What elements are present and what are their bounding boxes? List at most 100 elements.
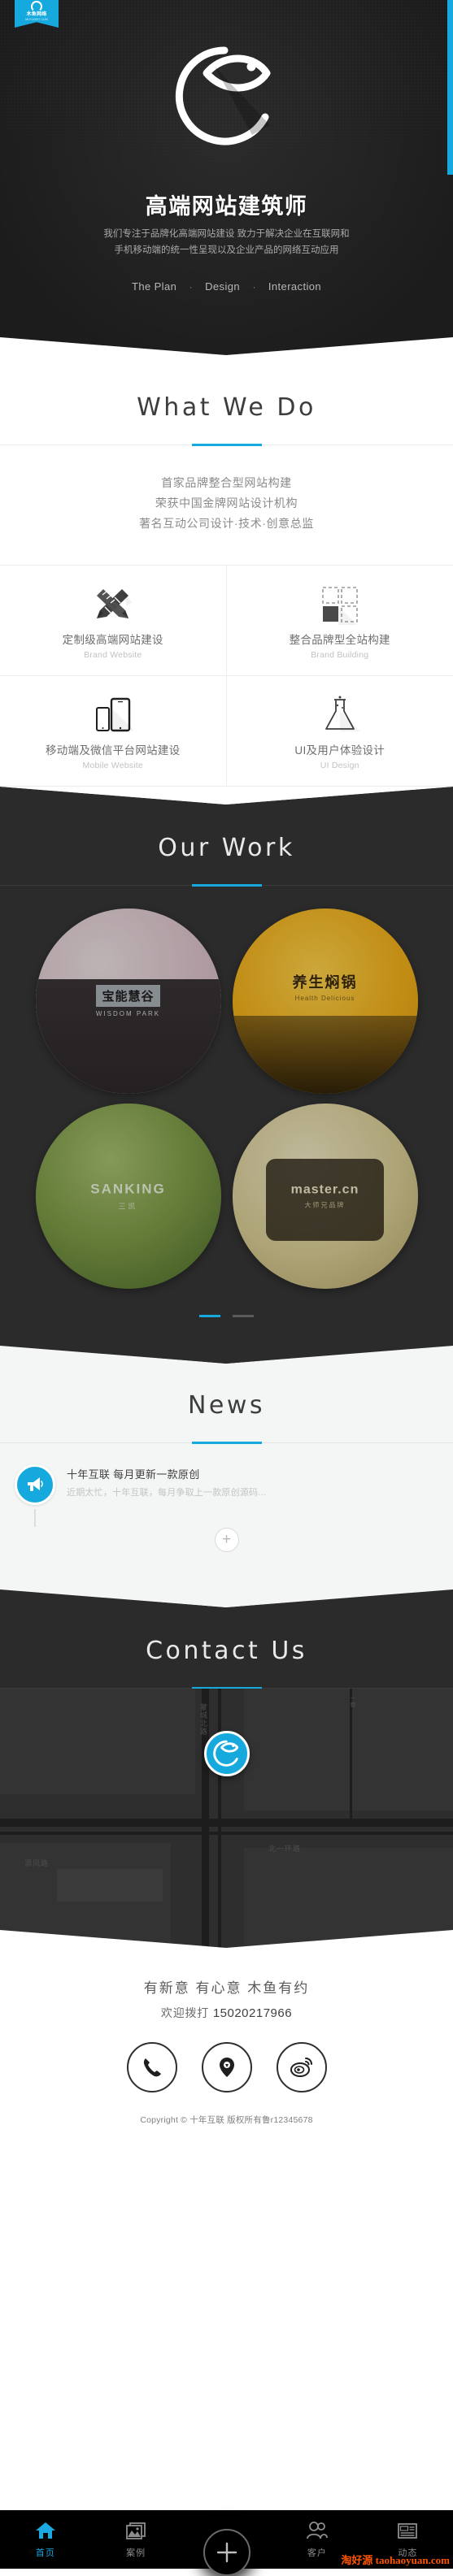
- what-we-do-line-1: 首家品牌整合型网站构建: [0, 473, 453, 493]
- footer-slogan: 有新意 有心意 木鱼有约: [0, 1976, 453, 1997]
- contact-bottom-wedge: [0, 1928, 453, 1949]
- what-we-do-header: What We Do: [0, 358, 453, 445]
- service-title: 定制级高端网站建设: [0, 631, 226, 647]
- work-grid: 宝能慧谷 WISDOM PARK 养生焖锅 Health Delicious S…: [0, 886, 453, 1289]
- services-grid: 定制级高端网站建设 Brand Website 整合品牌型全站构建 Brand …: [0, 565, 453, 787]
- service-subtitle: UI Design: [227, 761, 453, 770]
- our-work-heading: Our Work: [0, 834, 453, 862]
- location-pin-icon[interactable]: [202, 2042, 252, 2092]
- map-label: 源凤路: [24, 1858, 49, 1868]
- our-work-section: Our Work 宝能慧谷 WISDOM PARK 养生焖锅 Health De…: [0, 787, 453, 1346]
- hero-bottom-wedge: [0, 337, 453, 358]
- footer-phone[interactable]: 15020217966: [213, 2006, 292, 2020]
- work-item[interactable]: 养生焖锅 Health Delicious: [233, 909, 418, 1094]
- ribbon-brand-domain: MUYU0007.COM: [15, 18, 59, 22]
- contact-top-wedge: [0, 1589, 453, 1609]
- service-card-ui-design[interactable]: UI及用户体验设计 UI Design: [227, 676, 453, 787]
- hero-subtitle-line2: 手机移动端的统一性呈现以及企业产品的网络互动应用: [42, 242, 411, 258]
- ribbon-logo-icon: [31, 1, 42, 12]
- hero-nav: The Plan · Design · Interaction: [0, 280, 453, 294]
- plus-icon[interactable]: [203, 2529, 250, 2576]
- accent-underline: [192, 444, 262, 446]
- hero-nav-separator-2: ·: [243, 281, 264, 293]
- news-list-item[interactable]: 十年互联 每月更新一款原创 近期太忙，十年互联，每月争取上一款原创源码...: [0, 1443, 453, 1505]
- service-card-brand-building[interactable]: 整合品牌型全站构建 Brand Building: [227, 566, 453, 676]
- service-card-brand-website[interactable]: 定制级高端网站建设 Brand Website: [0, 566, 227, 676]
- news-more-button[interactable]: +: [215, 1528, 239, 1552]
- what-we-do-lines: 首家品牌整合型网站构建 荣获中国金牌网站设计机构 著名互动公司设计·技术·创意总…: [0, 445, 453, 565]
- tab-cases[interactable]: 案例: [90, 2521, 181, 2559]
- ribbon-brand-name: 木鱼网络: [15, 12, 59, 18]
- tab-home-label: 首页: [0, 2546, 90, 2559]
- phone-icon[interactable]: [127, 2042, 177, 2092]
- contact-heading: Contact Us: [0, 1637, 453, 1665]
- pagination-dot-2[interactable]: [233, 1315, 254, 1317]
- work-overlay: [233, 909, 418, 1094]
- work-item[interactable]: master.cn 大师兄品牌: [233, 1104, 418, 1289]
- map-label: 北一环路: [268, 1843, 301, 1854]
- news-item-title: 十年互联 每月更新一款原创: [67, 1466, 266, 1481]
- work-item[interactable]: SANKING 三凯: [36, 1104, 221, 1289]
- work-overlay: [36, 909, 221, 1094]
- accent-underline: [192, 884, 262, 887]
- mobile-page: 木鱼网络 MUYU0007.COM 高端网站建筑师 我们专注于品牌化高端网站建设…: [0, 0, 453, 2569]
- gallery-icon: [125, 2521, 146, 2540]
- fish-eye-logo-icon: [174, 44, 280, 150]
- news-header: News: [0, 1346, 453, 1443]
- what-we-do-heading: What We Do: [0, 393, 453, 422]
- news-paper-icon: [396, 2521, 419, 2540]
- our-work-rule: [0, 885, 453, 886]
- news-text: 十年互联 每月更新一款原创 近期太忙，十年互联，每月争取上一款原创源码...: [55, 1464, 266, 1498]
- copyright-text: Copyright © 十年互联 版权所有鲁r12345678: [0, 2114, 453, 2149]
- fish-eye-logo-icon: [213, 1740, 241, 1767]
- service-title: 移动端及微信平台网站建设: [0, 741, 226, 757]
- service-subtitle: Brand Website: [0, 650, 226, 660]
- work-item[interactable]: 宝能慧谷 WISDOM PARK: [36, 909, 221, 1094]
- footer-call: 欢迎拨打 15020217966: [0, 2005, 453, 2021]
- contact-map[interactable]: 蒙城北路 源凤路 北一环路 一巷: [0, 1689, 453, 1949]
- flask-icon: [227, 692, 453, 738]
- hero-nav-item-design[interactable]: Design: [205, 280, 240, 293]
- work-overlay: [36, 1104, 221, 1289]
- what-we-do-line-3: 著名互动公司设计·技术·创意总监: [0, 514, 453, 534]
- map-label: 一巷: [348, 1695, 356, 1708]
- hero-nav-item-interaction[interactable]: Interaction: [268, 280, 321, 293]
- hero-title: 高端网站建筑师: [0, 189, 453, 220]
- hero-accent-bar: [447, 0, 453, 175]
- footer-call-prefix: 欢迎拨打: [161, 2006, 209, 2019]
- our-work-header: Our Work: [0, 787, 453, 886]
- work-pagination[interactable]: [0, 1289, 453, 1321]
- footer-section: 有新意 有心意 木鱼有约 欢迎拨打 15020217966: [0, 1949, 453, 2149]
- map-location-pin[interactable]: [204, 1731, 250, 1776]
- tab-add[interactable]: [181, 2539, 272, 2540]
- watermark-en: taohaoyuan.com: [376, 2554, 450, 2566]
- megaphone-icon: [15, 1464, 55, 1505]
- tab-home[interactable]: 首页: [0, 2521, 90, 2559]
- weibo-icon[interactable]: [277, 2042, 327, 2092]
- users-icon: [306, 2521, 329, 2540]
- what-we-do-line-2: 荣获中国金牌网站设计机构: [0, 493, 453, 514]
- social-links: [0, 2042, 453, 2092]
- pagination-dot-1[interactable]: [199, 1315, 220, 1317]
- hero-nav-separator-1: ·: [181, 281, 202, 293]
- service-title: UI及用户体验设计: [227, 741, 453, 757]
- news-item-desc: 近期太忙，十年互联，每月争取上一款原创源码...: [67, 1485, 266, 1498]
- home-icon: [35, 2521, 56, 2540]
- what-we-do-section: What We Do 首家品牌整合型网站构建 荣获中国金牌网站设计机构 著名互动…: [0, 358, 453, 787]
- pencil-ruler-icon: [0, 582, 226, 627]
- service-subtitle: Mobile Website: [0, 761, 226, 770]
- watermark-cn: 淘好源: [341, 2554, 372, 2566]
- tab-cases-label: 案例: [90, 2546, 181, 2559]
- hero-nav-item-plan[interactable]: The Plan: [132, 280, 176, 293]
- map-label: 蒙城北路: [198, 1703, 209, 1736]
- service-subtitle: Brand Building: [227, 650, 453, 660]
- service-card-mobile-website[interactable]: 移动端及微信平台网站建设 Mobile Website: [0, 676, 227, 787]
- contact-section: Contact Us 蒙城北路 源凤路 北一环路 一巷: [0, 1589, 453, 1949]
- news-heading: News: [0, 1391, 453, 1420]
- hero-subtitle: 我们专注于品牌化高端网站建设 致力于解决企业在互联网和 手机移动端的统一性呈现以…: [42, 226, 411, 258]
- hero-subtitle-line1: 我们专注于品牌化高端网站建设 致力于解决企业在互联网和: [42, 226, 411, 242]
- watermark: 淘好源 taohaoyuan.com: [341, 2552, 450, 2567]
- news-rule: [0, 1442, 453, 1443]
- grid-squares-icon: [227, 582, 453, 627]
- phone-tablet-icon: [0, 692, 226, 738]
